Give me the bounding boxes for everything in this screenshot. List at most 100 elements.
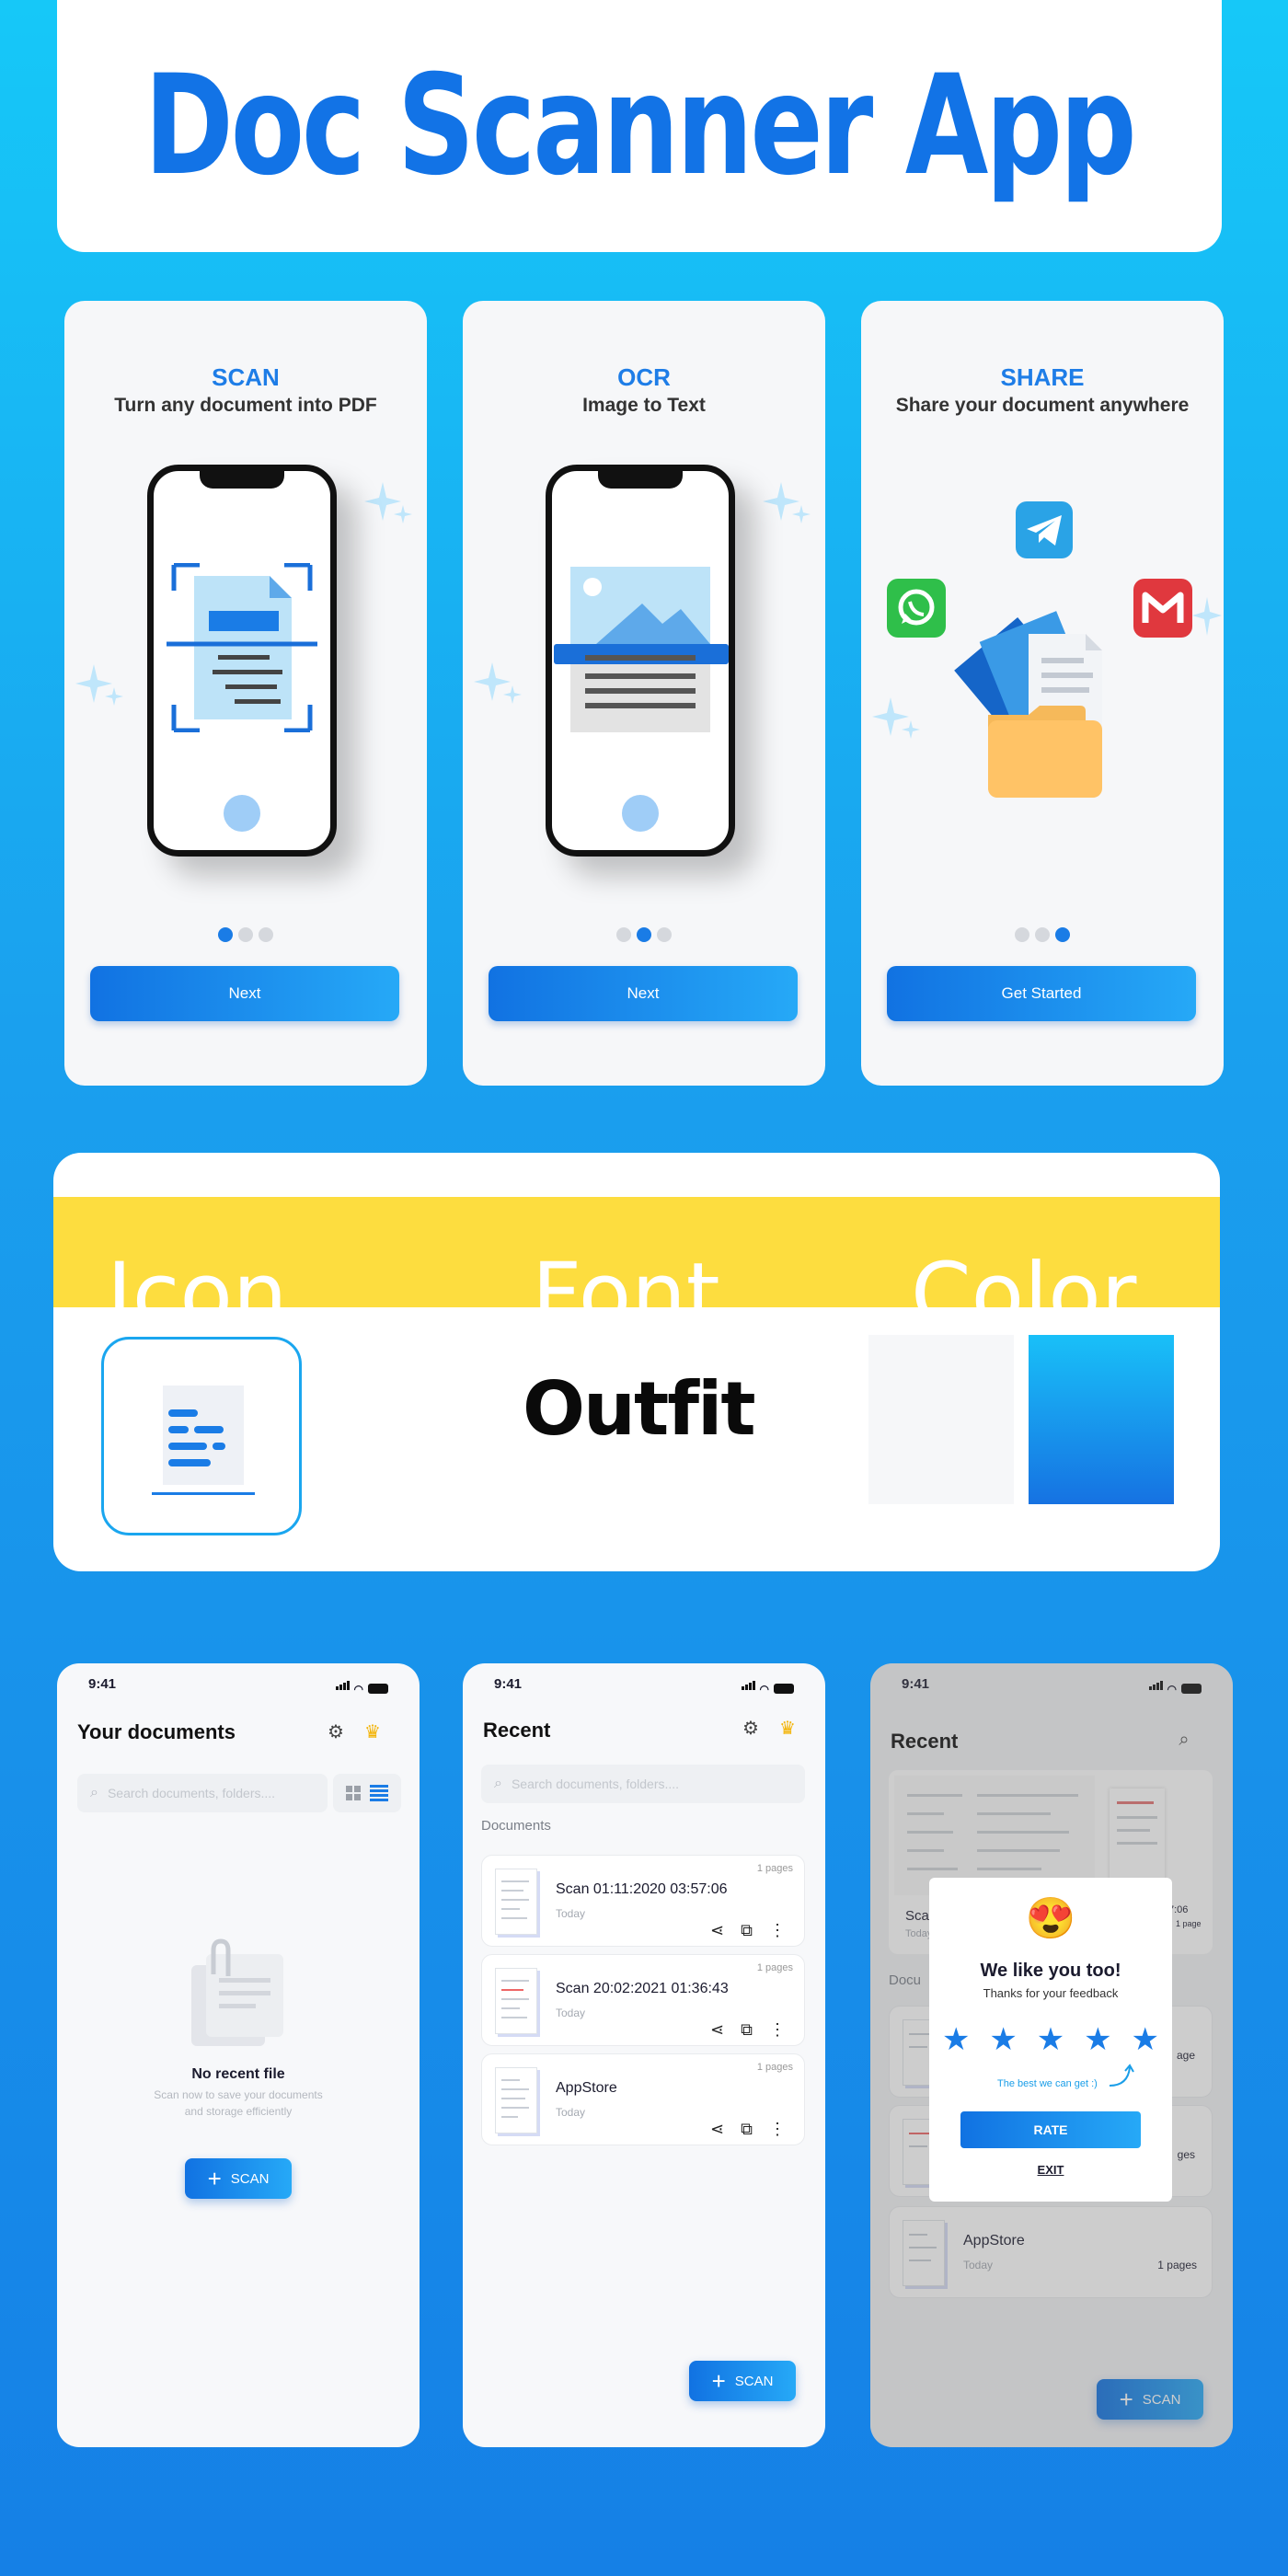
whatsapp-icon (887, 579, 946, 638)
rate-button[interactable]: RATE (960, 2111, 1141, 2148)
sparkle-icon (75, 664, 123, 706)
onboarding-heading: SCAN (212, 363, 280, 391)
font-label: Font (532, 1245, 720, 1345)
brand-features-panel: Icon Font Color Outfit (53, 1153, 1220, 1571)
section-title: Documents (481, 1818, 551, 1834)
status-time: 9:41 (88, 1676, 117, 1692)
search-input[interactable]: ⌕ Search documents, folders.... (77, 1774, 328, 1812)
document-name: Scan 01:11:2020 03:57:06 (556, 1881, 728, 1897)
page-indicator (463, 927, 825, 942)
crown-icon[interactable]: ♛ (361, 1720, 385, 1744)
page-count: 1 pages (756, 2062, 793, 2073)
document-thumbnail (495, 1869, 537, 1935)
next-button[interactable]: Next (90, 966, 399, 1021)
more-options-icon[interactable]: ⋮ (769, 2020, 786, 2040)
screen-rating: 9:41 ◠ Recent ⌕ Scan Today 7:06 1 page D… (870, 1663, 1233, 2447)
document-row[interactable]: 1 pages Scan 20:02:2021 01:36:43 Today ⋖… (481, 1954, 805, 2046)
sparkle-icon (1192, 597, 1222, 636)
more-options-icon[interactable]: ⋮ (769, 1921, 786, 1940)
sparkle-icon (872, 697, 920, 739)
sparkle-icon (364, 482, 412, 523)
search-icon: ⌕ (90, 1785, 98, 1800)
star-icon[interactable]: ★ (1084, 2021, 1111, 2058)
crown-icon[interactable]: ♛ (776, 1717, 799, 1741)
next-button[interactable]: Next (489, 966, 798, 1021)
document-row[interactable]: 1 pages AppStore Today ⋖ ⧉ ⋮ (481, 2053, 805, 2145)
page-title: Your documents (77, 1720, 236, 1743)
onboarding-subtitle: Image to Text (582, 395, 706, 416)
star-icon[interactable]: ★ (989, 2021, 1017, 2058)
scan-button-label: SCAN (230, 2170, 270, 2187)
gear-icon[interactable]: ⚙ (324, 1720, 348, 1744)
ocr-image-illustration (554, 567, 729, 732)
scan-button[interactable]: + SCAN (689, 2361, 796, 2401)
title-banner: Doc Scanner App (57, 0, 1222, 252)
get-started-button[interactable]: Get Started (887, 966, 1196, 1021)
search-placeholder: Search documents, folders.... (107, 1786, 276, 1800)
onboarding-heading: SHARE (1000, 363, 1085, 391)
page-count: 1 pages (756, 1962, 793, 1973)
star-icon[interactable]: ★ (1132, 2021, 1159, 2058)
convert-icon[interactable]: ⧉ (741, 1921, 753, 1940)
document-name: Scan 20:02:2021 01:36:43 (556, 1981, 729, 1996)
scan-button[interactable]: + SCAN (185, 2158, 292, 2199)
share-icon[interactable]: ⋖ (710, 2120, 724, 2139)
status-bar: 9:41 ◠ (88, 1676, 388, 1695)
color-label: Color (911, 1245, 1137, 1345)
plus-icon: + (207, 2165, 222, 2192)
sparkle-icon (474, 662, 522, 704)
color-swatch-light (868, 1335, 1014, 1504)
rating-hint: The best we can get :) (997, 2078, 1098, 2089)
share-icon[interactable]: ⋖ (710, 1921, 724, 1940)
battery-icon (368, 1684, 388, 1694)
app-title: Doc Scanner App (144, 46, 1137, 206)
onboarding-subtitle: Share your document anywhere (895, 395, 1190, 416)
color-swatch-blue (1029, 1335, 1174, 1504)
dialog-subtitle: Thanks for your feedback (983, 1986, 1119, 2000)
curved-arrow-icon (1109, 2064, 1134, 2087)
font-sample: Outfit (523, 1366, 756, 1452)
view-toggle[interactable] (333, 1774, 401, 1812)
dialog-title: We like you too! (980, 1961, 1121, 1981)
star-icon[interactable]: ★ (1037, 2021, 1064, 2058)
phone-mockup (147, 465, 337, 857)
gear-icon[interactable]: ⚙ (739, 1717, 763, 1741)
document-date: Today (556, 2007, 586, 2019)
onboarding-scan-card: SCAN Turn any document into PDF Next (64, 301, 427, 1086)
convert-icon[interactable]: ⧉ (741, 2020, 753, 2040)
wifi-icon: ◠ (759, 1683, 769, 1696)
page-title: Recent (483, 1719, 551, 1742)
status-time: 9:41 (494, 1676, 523, 1692)
list-view-icon[interactable] (370, 1785, 388, 1801)
phone-mockup (546, 465, 735, 857)
icon-label: Icon (107, 1245, 288, 1345)
star-icon[interactable]: ★ (942, 2021, 970, 2058)
grid-view-icon[interactable] (346, 1786, 361, 1800)
search-icon: ⌕ (494, 1776, 502, 1791)
scan-button-label: SCAN (734, 2373, 774, 2389)
document-thumbnail (495, 2067, 537, 2133)
empty-state-line-1: Scan now to save your documents (154, 2088, 323, 2101)
sparkle-icon (763, 482, 811, 523)
document-date: Today (556, 2106, 586, 2119)
folder-share-illustration (954, 611, 1102, 798)
exit-link[interactable]: EXIT (929, 2163, 1172, 2177)
document-row[interactable]: 1 pages Scan 01:11:2020 03:57:06 Today ⋖… (481, 1855, 805, 1947)
empty-state-title: No recent file (191, 2066, 285, 2082)
share-icon[interactable]: ⋖ (710, 2020, 724, 2040)
more-options-icon[interactable]: ⋮ (769, 2120, 786, 2139)
star-rating[interactable]: ★ ★ ★ ★ ★ (942, 2021, 1159, 2058)
phone-home-button (622, 795, 659, 832)
document-icon (152, 1386, 255, 1495)
convert-icon[interactable]: ⧉ (741, 2120, 753, 2139)
search-input[interactable]: ⌕ Search documents, folders.... (481, 1765, 805, 1803)
onboarding-ocr-card: OCR Image to Text Next (463, 301, 825, 1086)
app-icon-preview (101, 1337, 302, 1535)
screen-your-documents: 9:41 ◠ Your documents ⚙ ♛ ⌕ Search docum… (57, 1663, 420, 2447)
heart-eyes-emoji-icon: 😍 (1025, 1896, 1076, 1941)
onboarding-subtitle: Turn any document into PDF (114, 395, 377, 416)
rating-dialog: 😍 We like you too! Thanks for your feedb… (929, 1878, 1172, 2202)
signal-icon (335, 1678, 350, 1694)
onboarding-heading: OCR (617, 363, 671, 391)
empty-documents-icon (191, 1938, 283, 2046)
